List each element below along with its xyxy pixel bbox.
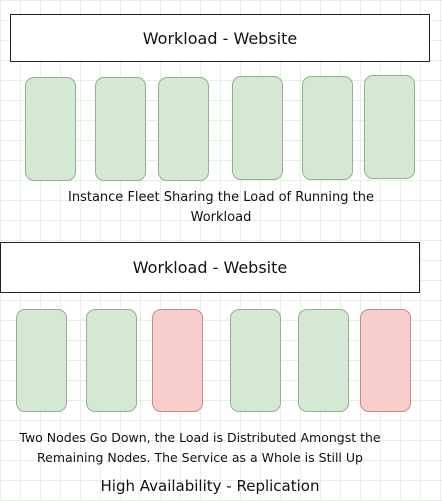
top-node-5 — [302, 76, 353, 180]
top-caption-line-1: Instance Fleet Sharing the Load of Runni… — [68, 190, 374, 205]
bottom-caption-line-2: Remaining Nodes. The Service as a Whole … — [37, 450, 363, 465]
top-node-3 — [158, 77, 209, 181]
top-workload-box: Workload - Website — [10, 14, 430, 62]
top-node-1 — [25, 77, 76, 181]
bottom-node-3-down — [152, 309, 203, 412]
bottom-node-5 — [298, 309, 349, 412]
top-caption-line-2: Workload — [190, 210, 252, 225]
top-workload-title: Workload - Website — [142, 28, 298, 48]
bottom-workload-box: Workload - Website — [0, 242, 420, 293]
bottom-workload-title: Workload - Website — [132, 258, 288, 277]
top-node-4 — [232, 76, 283, 180]
footer-title-text: High Availability - Replication — [100, 477, 320, 495]
bottom-node-1 — [16, 309, 67, 412]
top-node-6 — [364, 75, 415, 179]
bottom-caption: Two Nodes Go Down, the Load is Distribut… — [0, 428, 400, 468]
bottom-node-2 — [86, 309, 137, 412]
top-node-2 — [95, 77, 146, 181]
bottom-node-4 — [230, 309, 281, 412]
bottom-node-6-down — [360, 309, 411, 412]
footer-title: High Availability - Replication — [0, 476, 420, 496]
top-caption: Instance Fleet Sharing the Load of Runni… — [0, 188, 442, 228]
bottom-caption-line-1: Two Nodes Go Down, the Load is Distribut… — [19, 430, 381, 445]
